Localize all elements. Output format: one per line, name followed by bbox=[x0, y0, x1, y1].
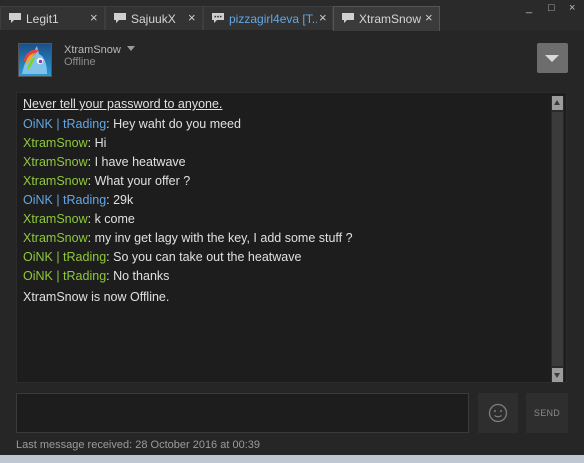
tab-sajuukx[interactable]: SajuukX × bbox=[105, 6, 203, 30]
tab-bar: Legit1 × SajuukX × pizzagirl4eva [T... ×… bbox=[0, 0, 584, 31]
tab-legit1[interactable]: Legit1 × bbox=[0, 6, 105, 30]
maximize-button[interactable]: □ bbox=[548, 2, 555, 14]
tab-pizzagirl4eva[interactable]: pizzagirl4eva [T... × bbox=[203, 6, 333, 30]
tab-label: SajuukX bbox=[131, 12, 176, 26]
chat-message: OiNK | tRading: So you can take out the … bbox=[23, 250, 301, 264]
message-sender[interactable]: XtramSnow bbox=[23, 136, 88, 150]
close-icon[interactable]: × bbox=[425, 11, 433, 24]
message-sender[interactable]: OiNK | tRading bbox=[23, 269, 106, 283]
tab-label: Legit1 bbox=[26, 12, 59, 26]
menu-dropdown-icon bbox=[545, 55, 559, 62]
scroll-up-icon[interactable] bbox=[552, 96, 563, 110]
message-sender[interactable]: OiNK | tRading bbox=[23, 117, 106, 131]
message-separator: : bbox=[87, 212, 95, 226]
chat-bubble-icon bbox=[114, 13, 126, 23]
system-message: XtramSnow is now Offline. bbox=[23, 290, 170, 304]
message-sender[interactable]: XtramSnow bbox=[23, 155, 88, 169]
chat-bubble-icon bbox=[342, 13, 354, 23]
scroll-thumb[interactable] bbox=[552, 112, 563, 366]
friend-username[interactable]: XtramSnow bbox=[64, 44, 121, 56]
message-sender[interactable]: OiNK | tRading bbox=[23, 250, 106, 264]
chat-message: XtramSnow: What your offer ? bbox=[23, 174, 190, 188]
message-text: What your offer ? bbox=[94, 174, 191, 188]
message-text: Hey waht do you meed bbox=[113, 117, 241, 131]
emoticon-button[interactable] bbox=[478, 393, 518, 433]
message-text: No thanks bbox=[113, 269, 170, 283]
tab-label: pizzagirl4eva [T... bbox=[229, 12, 317, 26]
message-text: my inv get lagy with the key, I add some… bbox=[94, 231, 353, 245]
message-separator: : bbox=[87, 155, 95, 169]
message-separator: : bbox=[87, 174, 95, 188]
chat-message: OiNK | tRading: 29k bbox=[23, 193, 133, 207]
chat-scrollbar[interactable] bbox=[551, 96, 564, 382]
message-text: Hi bbox=[94, 136, 107, 150]
chat-bubble-icon bbox=[212, 13, 224, 23]
close-icon[interactable]: × bbox=[90, 11, 98, 24]
close-window-button[interactable]: × bbox=[569, 2, 575, 14]
message-sender[interactable]: XtramSnow bbox=[23, 174, 88, 188]
close-icon[interactable]: × bbox=[319, 11, 327, 24]
chat-message: OiNK | tRading: Hey waht do you meed bbox=[23, 117, 241, 131]
security-warning: Never tell your password to anyone. bbox=[23, 97, 223, 111]
message-text: So you can take out the heatwave bbox=[113, 250, 302, 264]
chat-message: XtramSnow: my inv get lagy with the key,… bbox=[23, 231, 353, 245]
chat-bubble-icon bbox=[9, 13, 21, 23]
message-sender[interactable]: OiNK | tRading bbox=[23, 193, 106, 207]
message-input[interactable] bbox=[16, 393, 469, 433]
taskbar-strip bbox=[0, 455, 584, 463]
last-message-timestamp: Last message received: 28 October 2016 a… bbox=[16, 439, 260, 451]
scroll-down-icon[interactable] bbox=[552, 368, 563, 382]
send-button[interactable]: SEND bbox=[526, 393, 568, 433]
tab-label: XtramSnow bbox=[359, 12, 422, 26]
chat-message: XtramSnow: I have heatwave bbox=[23, 155, 186, 169]
message-separator: : bbox=[87, 231, 95, 245]
message-sender[interactable]: XtramSnow bbox=[23, 231, 88, 245]
message-text: k come bbox=[94, 212, 135, 226]
message-sender[interactable]: XtramSnow bbox=[23, 212, 88, 226]
friend-status: Offline bbox=[64, 56, 96, 68]
chat-menu-button[interactable] bbox=[537, 43, 568, 73]
avatar-pony-icon bbox=[22, 46, 47, 74]
close-icon[interactable]: × bbox=[188, 11, 196, 24]
message-text: 29k bbox=[113, 193, 134, 207]
message-separator: : bbox=[87, 136, 95, 150]
chat-message: OiNK | tRading: No thanks bbox=[23, 269, 169, 283]
emoticon-icon bbox=[488, 403, 508, 423]
message-text: I have heatwave bbox=[94, 155, 186, 169]
dropdown-caret-icon[interactable] bbox=[127, 46, 135, 51]
tab-xtramsnow[interactable]: XtramSnow × bbox=[333, 6, 440, 31]
chat-message: XtramSnow: k come bbox=[23, 212, 135, 226]
chat-message: XtramSnow: Hi bbox=[23, 136, 106, 150]
chat-window: Legit1 × SajuukX × pizzagirl4eva [T... ×… bbox=[0, 0, 584, 463]
minimize-button[interactable]: _ bbox=[526, 2, 532, 14]
avatar[interactable] bbox=[18, 43, 52, 77]
